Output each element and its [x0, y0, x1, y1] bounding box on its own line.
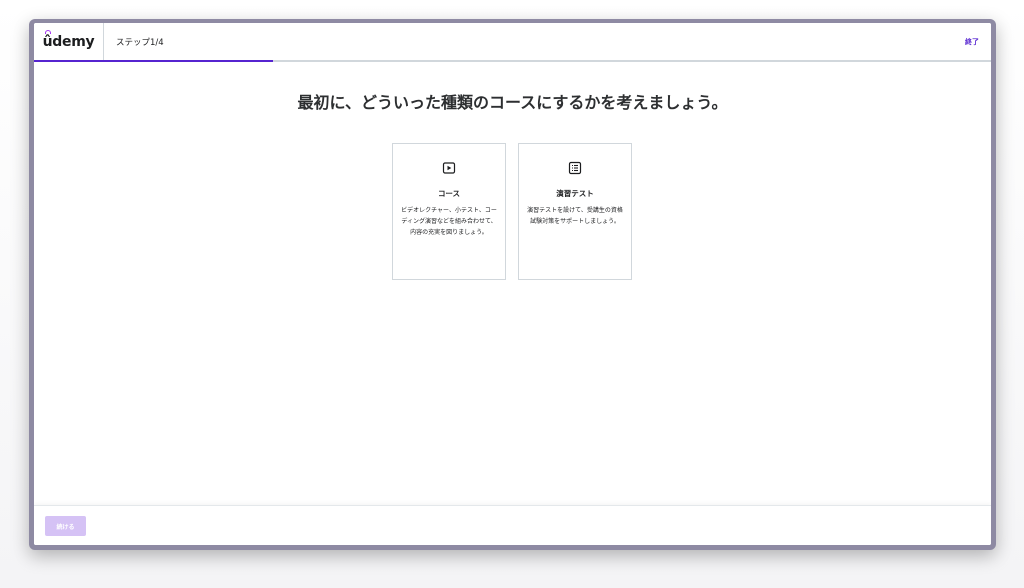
- browser-window: ûdemy ステップ1/4 終了 最初に、どういった種類のコースにするかを考えま…: [29, 19, 996, 550]
- app-screen: ûdemy ステップ1/4 終了 最初に、どういった種類のコースにするかを考えま…: [34, 23, 991, 545]
- list-document-icon: [568, 161, 582, 175]
- page-title: 最初に、どういった種類のコースにするかを考えましょう。: [297, 93, 728, 112]
- progress-bar-fill: [34, 60, 274, 62]
- card-description: 演習テストを設けて、受講生の資格試験対策をサポートしましょう。: [527, 207, 623, 225]
- step-indicator: ステップ1/4: [116, 38, 164, 48]
- course-type-card-course[interactable]: コース ビデオレクチャー、小テスト、コーディング演習などを組み合わせて、内容の充…: [392, 143, 506, 280]
- video-play-icon: [442, 162, 456, 174]
- exit-button[interactable]: 終了: [965, 23, 979, 61]
- course-type-card-practice-test[interactable]: 演習テスト 演習テストを設けて、受講生の資格試験対策をサポートしましょう。: [518, 143, 632, 280]
- continue-button[interactable]: 続ける: [45, 516, 86, 536]
- udemy-logo[interactable]: ûdemy: [34, 23, 104, 61]
- card-title: コース: [437, 189, 461, 198]
- footer-bar: 続ける: [34, 505, 991, 545]
- card-description: ビデオレクチャー、小テスト、コーディング演習などを組み合わせて、内容の充実を図り…: [401, 207, 497, 236]
- card-title: 演習テスト: [556, 189, 594, 198]
- course-type-options: コース ビデオレクチャー、小テスト、コーディング演習などを組み合わせて、内容の充…: [392, 143, 632, 280]
- header-bar: ûdemy ステップ1/4 終了: [34, 23, 991, 62]
- progress-bar: [34, 60, 991, 62]
- logo-arc-mark: [44, 30, 51, 34]
- logo-text: ûdemy: [43, 30, 95, 50]
